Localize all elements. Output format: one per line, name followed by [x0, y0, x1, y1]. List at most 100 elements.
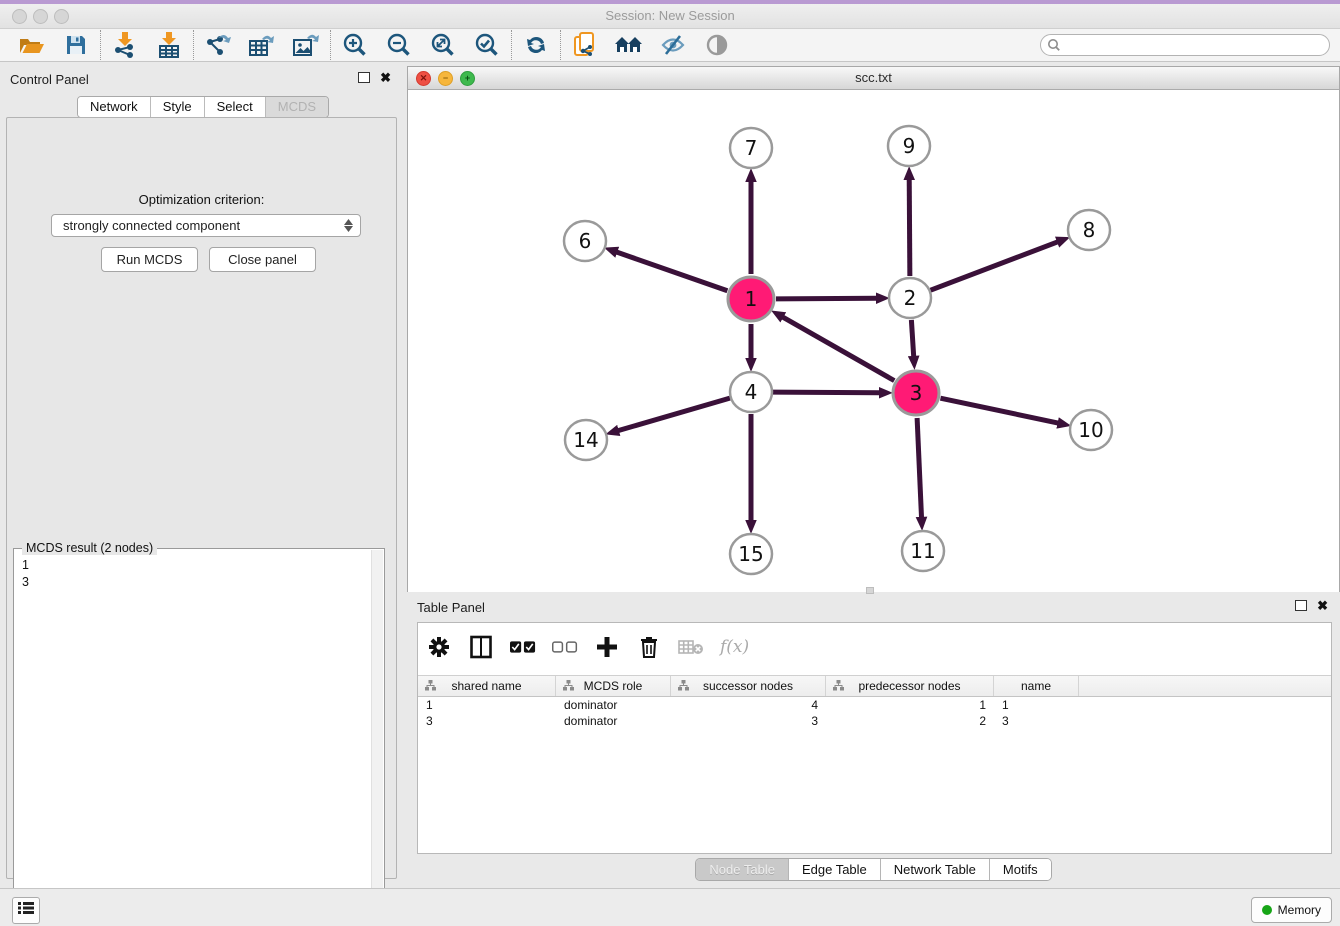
close-panel-button[interactable]: Close panel: [209, 247, 316, 272]
edge-4-3[interactable]: [773, 392, 880, 393]
node-table: shared name MCDS role successor nodes pr…: [418, 675, 1331, 729]
tab-mcds[interactable]: MCDS: [266, 97, 328, 117]
optimization-criterion-select[interactable]: strongly connected component: [51, 214, 361, 237]
close-panel-icon[interactable]: ✖: [380, 71, 391, 84]
float-panel-icon[interactable]: [358, 72, 370, 83]
close-table-panel-icon[interactable]: ✖: [1317, 599, 1328, 612]
table-row[interactable]: 3 dominator 3 2 3: [418, 713, 1331, 729]
graph-node-3[interactable]: 3: [893, 371, 939, 415]
delete-table-icon[interactable]: [678, 634, 704, 660]
selected-criterion: strongly connected component: [63, 218, 240, 233]
list-icon: [18, 901, 34, 920]
tab-style[interactable]: Style: [151, 97, 205, 117]
graph-node-7[interactable]: 7: [730, 128, 772, 168]
zoom-selected-icon[interactable]: [471, 30, 503, 60]
control-panel: Control Panel ✖ Network Style Select MCD…: [0, 62, 403, 888]
svg-text:10: 10: [1078, 418, 1103, 442]
edge-3-1[interactable]: [782, 317, 894, 381]
edge-4-14[interactable]: [618, 398, 730, 431]
tab-network[interactable]: Network: [78, 97, 151, 117]
network-overview-icon[interactable]: [569, 30, 601, 60]
tree-icon: [678, 680, 689, 694]
network-window-titlebar[interactable]: ✕ − + scc.txt: [408, 67, 1339, 90]
edge-2-3[interactable]: [911, 320, 913, 357]
memory-button[interactable]: Memory: [1251, 897, 1332, 923]
select-all-icon[interactable]: [510, 634, 536, 660]
show-hide-graphics-icon[interactable]: [701, 30, 733, 60]
import-network-icon[interactable]: [109, 30, 141, 60]
graph-node-14[interactable]: 14: [565, 420, 607, 460]
tab-motifs[interactable]: Motifs: [990, 859, 1051, 880]
function-builder-icon[interactable]: f(x): [720, 637, 749, 657]
edge-1-6[interactable]: [616, 252, 727, 291]
tab-edge-table[interactable]: Edge Table: [789, 859, 881, 880]
edge-3-10[interactable]: [940, 398, 1058, 423]
result-value: 1: [22, 557, 372, 574]
window-titlebar: Session: New Session: [0, 4, 1340, 29]
svg-text:8: 8: [1083, 218, 1096, 242]
graph-node-9[interactable]: 9: [888, 126, 930, 166]
mcds-panel: Optimization criterion: strongly connect…: [6, 117, 397, 879]
svg-text:7: 7: [745, 136, 758, 160]
zoom-in-icon[interactable]: [339, 30, 371, 60]
export-network-icon[interactable]: [202, 30, 234, 60]
graph-node-6[interactable]: 6: [564, 221, 606, 261]
svg-text:3: 3: [910, 381, 923, 405]
column-header-shared-name[interactable]: shared name: [418, 676, 556, 696]
graph-node-15[interactable]: 15: [730, 534, 772, 574]
column-header-name[interactable]: name: [994, 676, 1079, 696]
run-mcds-button[interactable]: Run MCDS: [101, 247, 198, 272]
table-header-row: shared name MCDS role successor nodes pr…: [418, 675, 1331, 697]
table-panel-title: Table Panel: [417, 600, 485, 615]
deselect-all-icon[interactable]: [552, 634, 578, 660]
zoom-fit-icon[interactable]: [427, 30, 459, 60]
edge-3-11[interactable]: [917, 418, 921, 518]
edge-2-9[interactable]: [909, 179, 910, 276]
table-row[interactable]: 1 dominator 4 1 1: [418, 697, 1331, 713]
table-panel: Table Panel ✖: [407, 596, 1340, 888]
graph-node-1[interactable]: 1: [728, 277, 774, 321]
column-header-predecessor-nodes[interactable]: predecessor nodes: [826, 676, 994, 696]
svg-text:6: 6: [579, 229, 592, 253]
tab-network-table[interactable]: Network Table: [881, 859, 990, 880]
network-canvas[interactable]: 1 2 3 4 6 7 8 9 10 11 14 15: [408, 90, 1339, 592]
graph-node-11[interactable]: 11: [902, 531, 944, 571]
refresh-view-icon[interactable]: [520, 30, 552, 60]
zoom-out-icon[interactable]: [383, 30, 415, 60]
tab-node-table[interactable]: Node Table: [696, 859, 789, 880]
svg-text:15: 15: [738, 542, 763, 566]
tree-icon: [833, 680, 844, 694]
open-file-icon[interactable]: [16, 30, 48, 60]
control-panel-title: Control Panel: [10, 72, 89, 87]
network-graph[interactable]: 1 2 3 4 6 7 8 9 10 11 14 15: [408, 90, 1339, 592]
style-preview-icon[interactable]: [657, 30, 689, 60]
create-column-icon[interactable]: [594, 634, 620, 660]
graph-node-8[interactable]: 8: [1068, 210, 1110, 250]
column-header-mcds-role[interactable]: MCDS role: [556, 676, 671, 696]
edge-2-8[interactable]: [931, 242, 1059, 290]
graph-node-4[interactable]: 4: [730, 372, 772, 412]
panel-splitter-handle[interactable]: [866, 587, 874, 594]
save-session-icon[interactable]: [60, 30, 92, 60]
table-toolbar: f(x): [426, 629, 749, 665]
memory-label: Memory: [1278, 903, 1321, 917]
export-table-icon[interactable]: [246, 30, 278, 60]
graph-node-10[interactable]: 10: [1070, 410, 1112, 450]
main-toolbar: [0, 29, 1340, 62]
delete-column-trash-icon[interactable]: [636, 634, 662, 660]
result-value: 3: [22, 574, 372, 591]
result-scrollbar[interactable]: [371, 550, 383, 926]
search-input[interactable]: [1040, 34, 1330, 56]
tab-select[interactable]: Select: [205, 97, 266, 117]
home-layout-icon[interactable]: [613, 30, 645, 60]
task-history-button[interactable]: [12, 897, 40, 924]
column-header-successor-nodes[interactable]: successor nodes: [671, 676, 826, 696]
show-columns-icon[interactable]: [468, 634, 494, 660]
edge-1-2[interactable]: [776, 298, 877, 299]
graph-node-2[interactable]: 2: [889, 278, 931, 318]
export-image-icon[interactable]: [290, 30, 322, 60]
import-table-icon[interactable]: [153, 30, 185, 60]
float-table-panel-icon[interactable]: [1295, 600, 1307, 611]
table-settings-gear-icon[interactable]: [426, 634, 452, 660]
window-title: Session: New Session: [0, 8, 1340, 23]
